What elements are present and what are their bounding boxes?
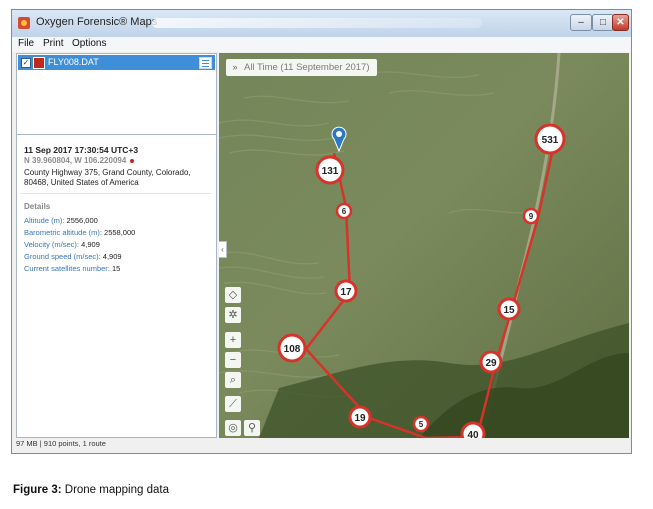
layers-icon[interactable]: ◇ bbox=[225, 287, 241, 303]
point-address: County Highway 375, Grand County, Colora… bbox=[24, 168, 191, 187]
route-marker[interactable]: 9 bbox=[522, 207, 540, 225]
marker-label: 531 bbox=[542, 135, 559, 146]
time-filter-label: All Time (11 September 2017) bbox=[244, 62, 370, 73]
time-filter-button[interactable]: » All Time (11 September 2017) bbox=[226, 59, 377, 76]
property-ground-speed: Ground speed (m/sec): 4,909 bbox=[24, 252, 122, 261]
coordinates-text: N 39.960804, W 106.220094 bbox=[24, 156, 127, 165]
route-marker[interactable]: 29 bbox=[479, 350, 503, 374]
point-coordinates: N 39.960804, W 106.220094 bbox=[24, 156, 135, 165]
marker-label: 15 bbox=[503, 305, 515, 316]
menu-print[interactable]: Print bbox=[43, 38, 64, 49]
caption-text: Drone mapping data bbox=[61, 484, 169, 496]
pins-icon[interactable]: ⚲ bbox=[244, 420, 260, 436]
sidebar: ✓ FLY008.DAT 11 Sep 2017 17:30:54 UTC+3 … bbox=[16, 53, 217, 438]
zoom-out-icon[interactable]: − bbox=[225, 352, 241, 368]
locate-icon[interactable]: ◎ bbox=[225, 420, 241, 436]
property-satellites: Current satellites number: 15 bbox=[24, 264, 121, 273]
minimize-button[interactable]: – bbox=[570, 14, 592, 31]
marker-label: 17 bbox=[340, 287, 352, 298]
app-window: Oxygen Forensic® Maps – □ ✕ File Print O… bbox=[11, 9, 632, 454]
property-barometric-altitude: Barometric altitude (m): 2558,000 bbox=[24, 228, 136, 237]
figure-caption: Figure 3: Drone mapping data bbox=[13, 484, 169, 496]
marker-label: 19 bbox=[354, 413, 366, 424]
status-bar: 97 MB | 910 points, 1 route bbox=[16, 439, 106, 448]
marker-label: 6 bbox=[342, 207, 347, 216]
zoom-in-icon[interactable]: + bbox=[225, 332, 241, 348]
settings-icon[interactable]: ✲ bbox=[225, 307, 241, 323]
point-datetime: 11 Sep 2017 17:30:54 UTC+3 bbox=[24, 145, 139, 155]
property-altitude: Altitude (m): 2556,000 bbox=[24, 216, 98, 225]
satellite-map[interactable]: 131 6 17 108 19 5 40 29 15 9 531 bbox=[219, 53, 629, 438]
route-marker[interactable]: 108 bbox=[277, 333, 307, 363]
property-velocity: Velocity (m/sec): 4,909 bbox=[24, 240, 100, 249]
file-list: ✓ FLY008.DAT bbox=[17, 54, 216, 135]
menu-file[interactable]: File bbox=[18, 38, 34, 49]
route-marker[interactable]: 40 bbox=[460, 421, 486, 438]
menu-bar: File Print Options bbox=[12, 37, 631, 52]
title-bar[interactable]: Oxygen Forensic® Maps – □ ✕ bbox=[12, 10, 631, 37]
route-marker[interactable]: 6 bbox=[335, 202, 353, 220]
list-menu-icon[interactable] bbox=[199, 57, 212, 69]
app-logo-icon bbox=[18, 17, 30, 29]
maximize-button[interactable]: □ bbox=[592, 14, 614, 31]
close-button[interactable]: ✕ bbox=[612, 14, 629, 31]
route-marker[interactable]: 531 bbox=[534, 123, 566, 155]
collapse-sidebar-button[interactable]: ‹ bbox=[219, 241, 227, 258]
details-divider bbox=[21, 193, 211, 194]
menu-options[interactable]: Options bbox=[72, 38, 106, 49]
route-marker[interactable]: 17 bbox=[334, 279, 358, 303]
file-list-item[interactable]: ✓ FLY008.DAT bbox=[18, 55, 215, 70]
marker-label: 29 bbox=[485, 358, 497, 369]
route-marker[interactable]: 19 bbox=[348, 405, 372, 429]
file-checkbox[interactable]: ✓ bbox=[21, 58, 31, 68]
marker-label: 5 bbox=[419, 420, 424, 429]
route-color-swatch[interactable] bbox=[33, 57, 45, 69]
marker-label: 108 bbox=[284, 344, 301, 355]
marker-label: 9 bbox=[529, 212, 534, 221]
expand-chevron-icon[interactable]: » bbox=[226, 59, 244, 76]
marker-label: 131 bbox=[322, 166, 339, 177]
file-name: FLY008.DAT bbox=[48, 57, 99, 67]
window-title: Oxygen Forensic® Maps bbox=[36, 16, 158, 28]
title-bar-blurred-hint bbox=[152, 18, 482, 28]
coordinate-dot-icon bbox=[130, 158, 135, 163]
route-marker[interactable]: 5 bbox=[412, 415, 430, 433]
route-marker[interactable]: 131 bbox=[315, 155, 345, 185]
route-marker[interactable]: 15 bbox=[497, 297, 521, 321]
ruler-icon[interactable]: ⟋ bbox=[225, 396, 241, 412]
search-zoom-icon[interactable]: ⌕ bbox=[225, 372, 241, 388]
details-heading: Details bbox=[24, 202, 51, 211]
caption-label: Figure 3: bbox=[13, 484, 62, 496]
map-view[interactable]: 131 6 17 108 19 5 40 29 15 9 531 » All T… bbox=[219, 53, 629, 438]
marker-label: 40 bbox=[467, 430, 479, 438]
